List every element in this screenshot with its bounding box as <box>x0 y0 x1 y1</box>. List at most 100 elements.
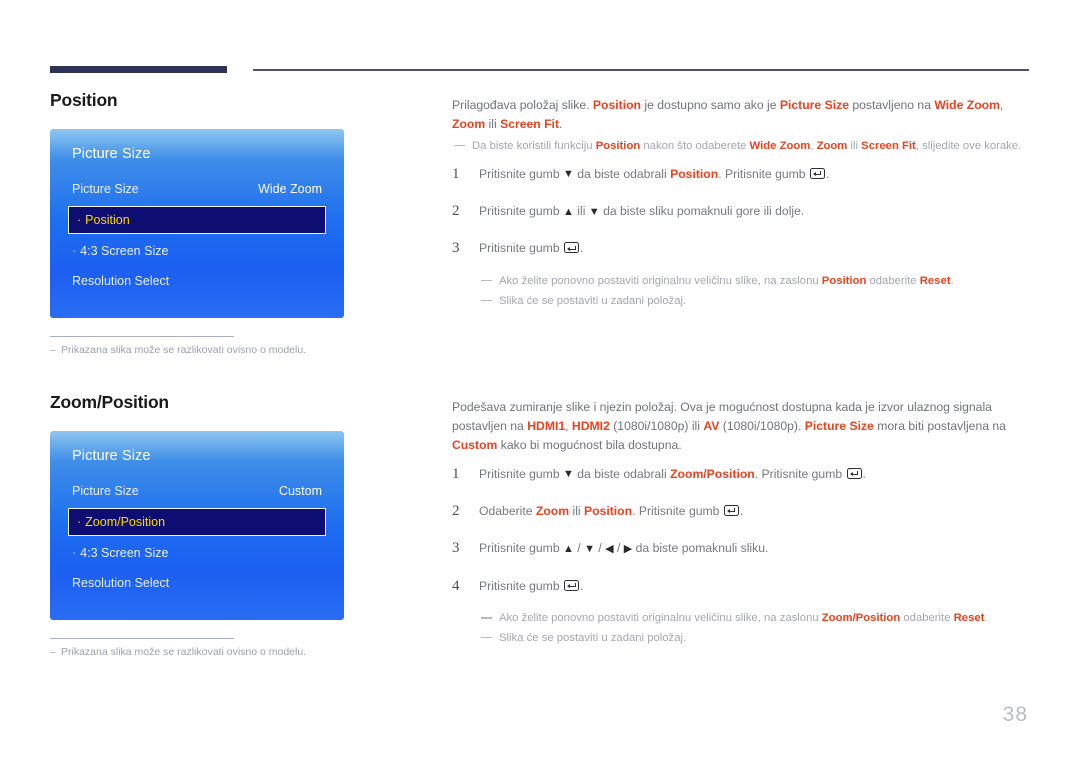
enter-key-icon <box>564 579 579 591</box>
arrow-down-icon: ▼ <box>563 168 574 181</box>
osd-menu-title: Picture Size <box>72 146 151 162</box>
image-disclaimer: – Prikazana slika može se razlikovati ovi… <box>50 646 350 658</box>
note-default-position: Slika će se postaviti u zadani položaj. <box>479 293 1032 310</box>
image-disclaimer-block: – Prikazana slika može se razlikovati ovi… <box>50 638 350 658</box>
keyword: AV <box>703 418 720 433</box>
step-text: ili <box>569 504 584 519</box>
intro-text: kako bi mogućnost bila dostupna. <box>497 437 682 452</box>
intro-paragraph: Prilagođava položaj slike. Position je d… <box>452 96 1032 134</box>
keyword: Zoom <box>535 504 570 519</box>
section-position-left-column: Position Picture Size Picture Size Wide … <box>50 90 430 356</box>
intro-text: mora biti postavljena na <box>873 418 1006 433</box>
osd-row-43-screen-size[interactable]: 4:3 Screen Size <box>50 538 344 568</box>
osd-row-position[interactable]: Position <box>68 206 326 234</box>
notes-after-steps: Ako želite ponovno postaviti originalnu … <box>452 610 1032 647</box>
keyword: Position <box>584 504 633 519</box>
osd-menu-picture-size: Picture Size Picture Size Custom Zoom/Po… <box>50 431 344 620</box>
step-item: 2 Odaberite Zoom ili Position. Pritisnit… <box>452 502 1032 520</box>
step-text: Pritisnite gumb <box>479 241 563 256</box>
footnote-dash: – <box>50 344 56 357</box>
step-text: / <box>594 541 606 556</box>
step-number: 3 <box>452 540 460 557</box>
step-number: 4 <box>452 577 460 594</box>
image-disclaimer-text: Prikazana slika može se razlikovati ovis… <box>61 646 307 659</box>
image-disclaimer: – Prikazana slika može se razlikovati ovi… <box>50 344 350 356</box>
osd-row-label: Resolution Select <box>72 274 170 288</box>
osd-row-43-screen-size[interactable]: 4:3 Screen Size <box>50 236 344 266</box>
osd-row-label: Picture Size <box>72 182 139 196</box>
note-text: odaberite <box>900 611 954 624</box>
keyword: Position <box>595 139 641 152</box>
step-item: 4 Pritisnite gumb . <box>452 577 1032 595</box>
osd-row-resolution-select[interactable]: Resolution Select <box>50 266 344 296</box>
osd-menu-picture-size: Picture Size Picture Size Wide Zoom Posi… <box>50 129 344 318</box>
osd-row-value: Wide Zoom <box>258 182 322 196</box>
osd-row-label: Zoom/Position <box>77 515 165 529</box>
step-text: Pritisnite gumb <box>479 166 563 181</box>
note-text: . <box>950 274 954 287</box>
intro-paragraph: Podešava zumiranje slike i njezin položa… <box>452 398 1032 455</box>
step-text: / <box>613 541 624 556</box>
step-number: 3 <box>452 240 460 257</box>
keyword: Position <box>821 274 867 287</box>
step-text: . <box>825 166 830 181</box>
keyword: Picture Size <box>779 98 849 112</box>
step-text: . <box>862 466 866 481</box>
intro-text: (1080i/1080p). <box>719 418 805 433</box>
arrow-down-icon: ▼ <box>563 468 574 481</box>
note-text: ili <box>847 139 862 152</box>
step-text: da biste pomaknuli sliku. <box>632 541 769 556</box>
step-text: da biste odabrali <box>573 166 671 181</box>
notes-after-steps: Ako želite ponovno postaviti originalnu … <box>452 273 1032 310</box>
osd-row-picture-size[interactable]: Picture Size Custom <box>50 476 344 506</box>
intro-text: . <box>559 116 563 131</box>
page-title: Position <box>50 90 118 110</box>
osd-row-resolution-select[interactable]: Resolution Select <box>50 568 344 598</box>
arrow-down-icon: ▼ <box>588 205 600 218</box>
intro-text: postavljeno na <box>848 98 935 112</box>
header-rule-thin <box>253 69 1029 71</box>
image-disclaimer-block: – Prikazana slika može se razlikovati ovi… <box>50 336 350 356</box>
page-title: Zoom/Position <box>50 392 169 412</box>
keyword: Zoom <box>816 139 848 152</box>
step-number: 2 <box>452 503 460 520</box>
osd-row-picture-size[interactable]: Picture Size Wide Zoom <box>50 174 344 204</box>
footnote-divider <box>50 336 234 338</box>
keyword: Wide Zoom <box>749 139 811 152</box>
step-text: ili <box>573 204 589 219</box>
footnote-divider <box>50 638 234 640</box>
keyword: HDMI1 <box>527 418 566 433</box>
step-text: / <box>573 541 585 556</box>
osd-row-zoom-position[interactable]: Zoom/Position <box>68 508 326 536</box>
step-item: 3 Pritisnite gumb ▲ / ▼ / ◀ / ▶ da biste… <box>452 539 1032 557</box>
keyword: Screen Fit <box>861 139 916 152</box>
step-text: . <box>580 241 584 256</box>
note-reset: Ako želite ponovno postaviti originalnu … <box>479 273 1032 290</box>
osd-menu-title: Picture Size <box>72 448 151 464</box>
keyword: Zoom/Position <box>670 466 755 481</box>
step-text: Pritisnite gumb <box>479 204 563 219</box>
osd-row-label: 4:3 Screen Size <box>72 546 168 560</box>
header-rule-thick <box>50 66 227 73</box>
intro-text: Prilagođava položaj slike. <box>452 98 593 112</box>
intro-text: je dostupno samo ako je <box>641 98 780 112</box>
osd-row-label: Position <box>77 213 129 227</box>
note-text: , slijedite ove korake. <box>915 139 1022 152</box>
step-text: da biste odabrali <box>573 466 671 481</box>
keyword: Zoom/Position <box>821 611 901 624</box>
step-text: da biste sliku pomaknuli gore ili dolje. <box>599 204 805 219</box>
note-text: Da biste koristili funkciju <box>472 139 596 152</box>
keyword: Zoom <box>452 116 486 131</box>
header-rules <box>0 0 1080 90</box>
arrow-right-icon: ▶ <box>623 542 633 555</box>
arrow-down-icon: ▼ <box>584 542 595 555</box>
step-text: Pritisnite gumb <box>479 541 563 556</box>
note-reset: Ako želite ponovno postaviti originalnu … <box>479 610 1032 627</box>
step-text: . Pritisnite gumb <box>632 504 723 519</box>
osd-row-value: Custom <box>278 484 322 498</box>
note-text: Ako želite ponovno postaviti originalnu … <box>499 274 822 287</box>
arrow-up-icon: ▲ <box>563 542 574 555</box>
step-number: 2 <box>452 203 460 220</box>
note-text: Slika će se postaviti u zadani položaj. <box>499 294 687 307</box>
step-item: 3 Pritisnite gumb . <box>452 239 1032 257</box>
